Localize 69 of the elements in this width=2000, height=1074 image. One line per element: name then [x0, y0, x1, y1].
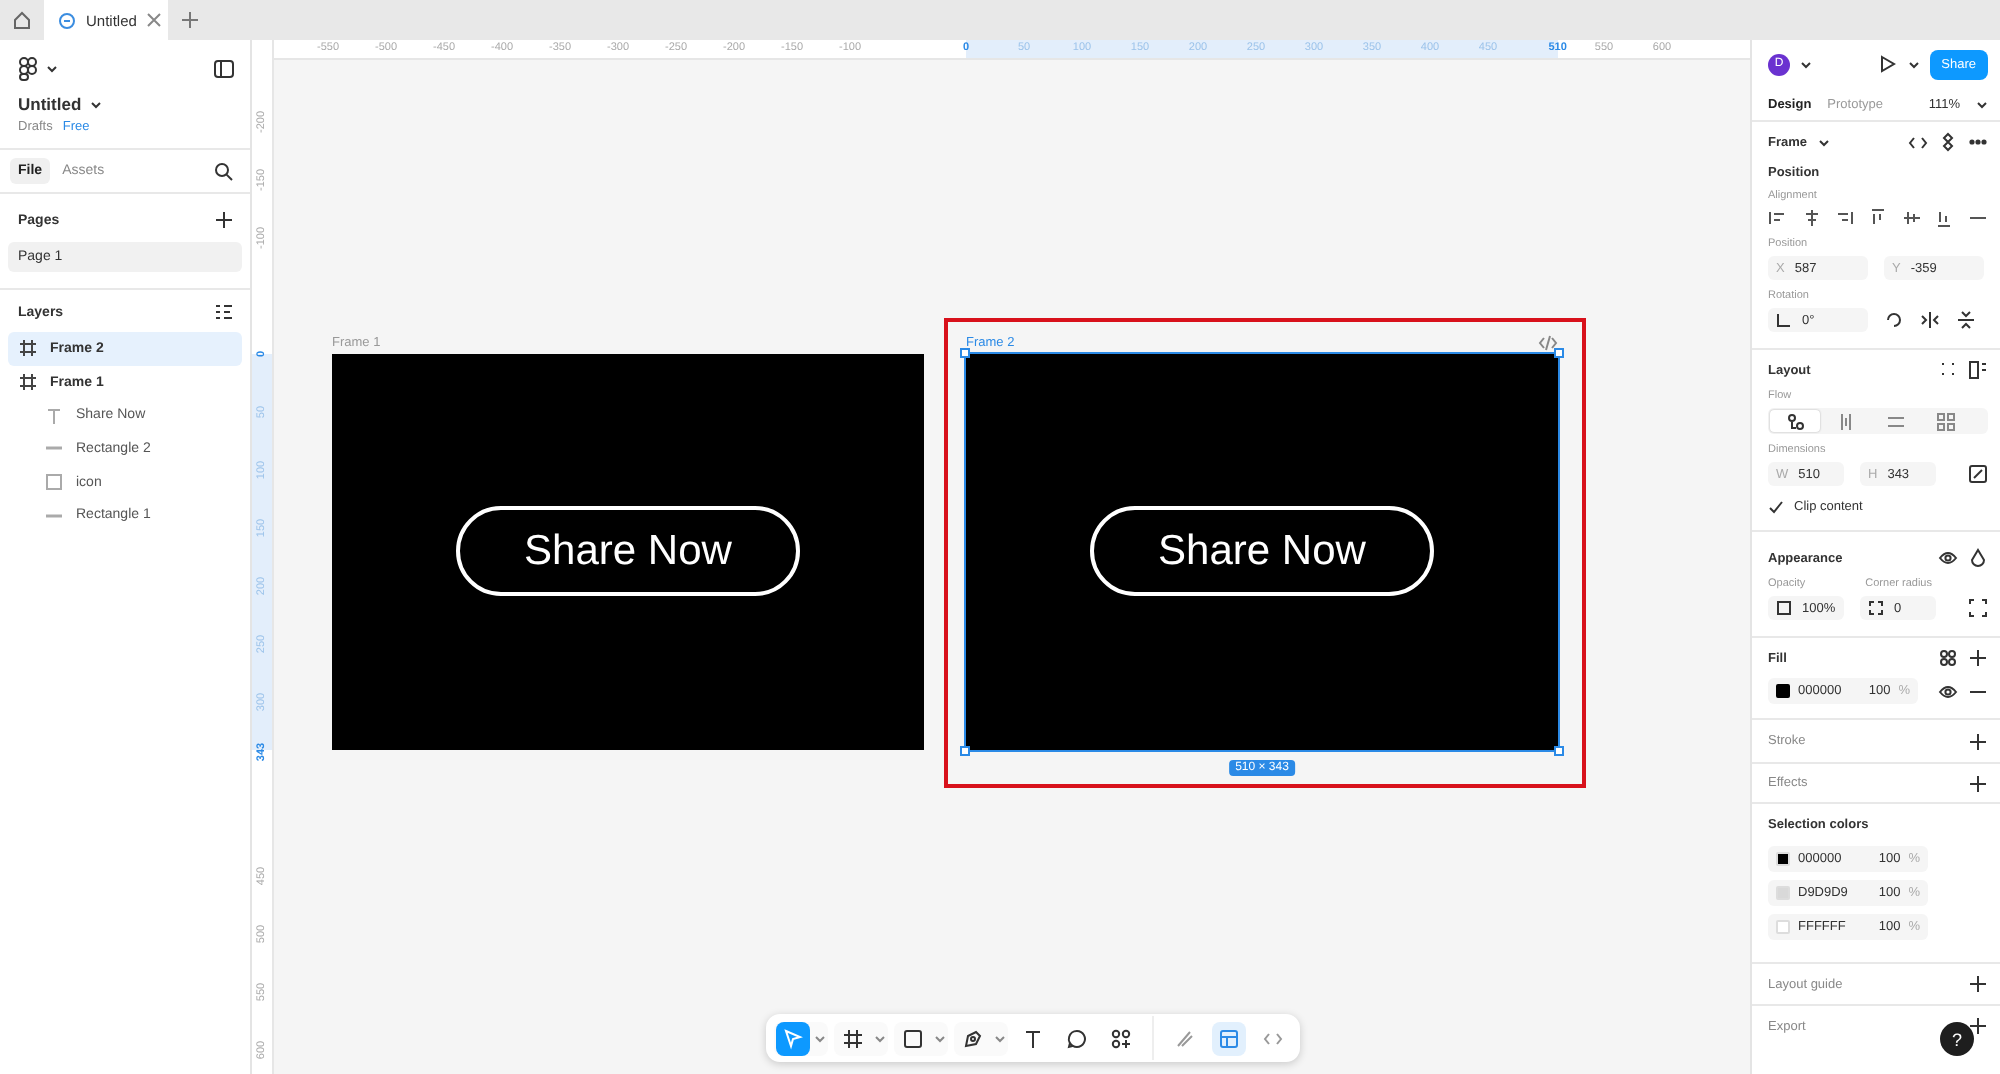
corners-icon[interactable] — [1968, 598, 1988, 618]
frame-icon — [18, 372, 38, 393]
share-now-button[interactable]: Share Now — [1090, 506, 1434, 596]
frame-icon — [842, 1027, 864, 1049]
color-swatch[interactable] — [1776, 684, 1790, 698]
align-icon[interactable] — [1834, 208, 1855, 228]
add-fill-icon[interactable] — [1968, 648, 1988, 668]
home-icon[interactable] — [12, 10, 32, 30]
flip-vertical-icon[interactable] — [1956, 310, 1976, 330]
align-icon[interactable] — [1934, 208, 1955, 228]
align-icon[interactable] — [1901, 208, 1922, 228]
code-icon[interactable] — [1908, 133, 1928, 151]
align-icon[interactable] — [1801, 208, 1822, 228]
sidebar-toggle-icon[interactable] — [214, 60, 234, 78]
eye-icon[interactable] — [1938, 548, 1958, 568]
resize-handle[interactable] — [960, 348, 970, 358]
help-button[interactable]: ? — [1940, 1022, 1974, 1056]
text-icon — [44, 405, 64, 426]
align-icon[interactable] — [1768, 208, 1788, 228]
grid-flow-icon — [1935, 411, 1955, 431]
vertical-flow-icon — [1835, 411, 1855, 431]
file-name[interactable]: Untitled — [18, 94, 82, 114]
caret-icon[interactable] — [89, 99, 102, 109]
styles-icon[interactable] — [1938, 648, 1958, 668]
pen-icon — [962, 1027, 984, 1049]
corner-icon — [1868, 600, 1884, 616]
flip-horizontal-icon[interactable] — [1920, 310, 1940, 330]
tool-menu-group[interactable] — [834, 1021, 888, 1055]
resize-icon[interactable] — [1968, 464, 1988, 484]
new-tab-icon[interactable] — [180, 10, 200, 30]
add-icon[interactable] — [1968, 731, 1988, 751]
freeform-flow-icon — [1785, 411, 1805, 431]
drop-icon[interactable] — [1968, 548, 1988, 568]
checkbox[interactable] — [1768, 498, 1784, 514]
search-icon[interactable] — [214, 161, 234, 181]
add-page-icon[interactable] — [214, 210, 234, 230]
angle-icon — [1776, 312, 1792, 328]
tool-menu-group[interactable] — [954, 1021, 1008, 1055]
caret-icon[interactable] — [1976, 99, 1988, 109]
check-icon — [1768, 499, 1784, 513]
caret-icon[interactable] — [1907, 59, 1920, 69]
resize-handle[interactable] — [960, 746, 970, 756]
resize-handle[interactable] — [1554, 348, 1564, 358]
add-icon[interactable] — [1968, 773, 1988, 793]
align-icon[interactable] — [1867, 208, 1888, 228]
cursor-icon — [782, 1027, 804, 1049]
component-icon[interactable] — [1938, 132, 1958, 152]
flow-option[interactable] — [1770, 410, 1820, 432]
add-icon[interactable] — [1968, 974, 1988, 994]
opacity-icon — [1776, 600, 1792, 616]
grid-icon[interactable] — [1938, 360, 1958, 380]
horizontal-flow-icon — [1885, 411, 1905, 431]
more-icon[interactable] — [1968, 138, 1988, 146]
add-icon[interactable] — [1968, 1016, 1988, 1036]
close-icon[interactable] — [146, 12, 163, 28]
auto-layout-icon[interactable] — [1968, 360, 1988, 380]
caret-icon[interactable] — [1817, 137, 1830, 147]
frame-icon — [18, 338, 38, 359]
layers-list-icon[interactable] — [214, 302, 234, 322]
resize-handle[interactable] — [1554, 746, 1564, 756]
caret-icon[interactable] — [1800, 59, 1812, 69]
rotate-icon[interactable] — [1884, 310, 1904, 330]
caret-icon[interactable] — [46, 64, 58, 74]
play-icon[interactable] — [1877, 54, 1898, 74]
eye-icon[interactable] — [1938, 681, 1958, 701]
square-icon — [44, 472, 64, 493]
share-now-button[interactable]: Share Now — [456, 506, 800, 596]
tool-menu-group[interactable] — [894, 1021, 948, 1055]
square-icon — [902, 1027, 924, 1049]
